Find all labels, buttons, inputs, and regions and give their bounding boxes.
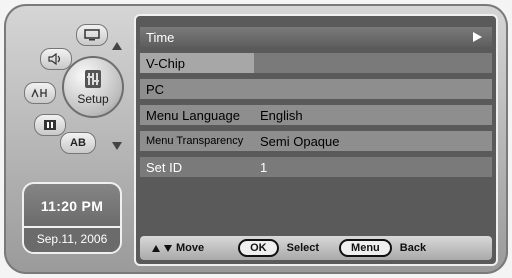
clock-time: 11:20 PM (40, 198, 104, 214)
menu-dial: AB Setup (10, 10, 130, 170)
back-hint: Menu Back (339, 239, 426, 257)
back-label: Back (399, 242, 427, 254)
clock-panel: 11:20 PM Sep.11, 2006 (22, 182, 122, 254)
input-icon (44, 120, 56, 130)
menu-item-value: Semi Opaque (260, 133, 340, 149)
arrow-up-icon (152, 244, 160, 252)
help-bar: Move OK Select Menu Back (140, 236, 492, 260)
menu-button[interactable]: Menu (339, 239, 392, 257)
play-arrow-icon (473, 32, 482, 42)
menu-item-menu-transparency[interactable]: Menu Transparency Semi Opaque (140, 131, 492, 151)
arrow-down-icon[interactable] (112, 142, 122, 150)
menu-item-pc[interactable]: PC (140, 79, 492, 99)
ab-label: AB (70, 137, 86, 149)
ab-menu-button[interactable]: AB (60, 132, 96, 154)
ok-button[interactable]: OK (238, 239, 279, 257)
clock-date: Sep.11, 2006 (24, 226, 120, 252)
picture-menu-button[interactable] (76, 24, 108, 46)
arrow-up-icon[interactable] (112, 42, 122, 50)
sound-menu-button[interactable] (40, 48, 72, 70)
menu-item-menu-language[interactable]: Menu Language English (140, 105, 492, 125)
sound-icon (48, 53, 61, 65)
menu-item-set-id[interactable]: Set ID 1 (140, 157, 492, 177)
move-label: Move (176, 242, 205, 254)
menu-item-label: Time (146, 29, 175, 45)
menu-item-label: Set ID (140, 157, 254, 177)
menu-item-label: PC (146, 81, 165, 97)
menu-item-v-chip[interactable]: V-Chip (140, 53, 492, 73)
arrow-down-icon (164, 244, 172, 252)
picture-icon (84, 29, 100, 41)
setup-icon (85, 70, 101, 88)
channel-menu-button[interactable] (24, 82, 56, 104)
menu-item-time[interactable]: Time (140, 27, 492, 47)
menu-item-value: 1 (254, 157, 492, 177)
move-hint: Move (152, 242, 204, 254)
channel-icon (31, 88, 47, 98)
select-label: Select (286, 242, 320, 254)
select-hint: OK Select (238, 239, 319, 257)
menu-item-value: English (254, 105, 492, 125)
input-menu-button[interactable] (34, 114, 66, 136)
menu-item-label: V-Chip (140, 53, 254, 73)
menu-item-label: Menu Language (146, 107, 240, 123)
setup-button[interactable]: Setup (62, 56, 124, 118)
setup-label: Setup (77, 92, 109, 106)
setup-menu-panel: Time V-Chip PC Menu Language English Men… (134, 14, 498, 266)
menu-item-value (254, 53, 492, 73)
menu-item-label: Menu Transparency (146, 135, 244, 147)
